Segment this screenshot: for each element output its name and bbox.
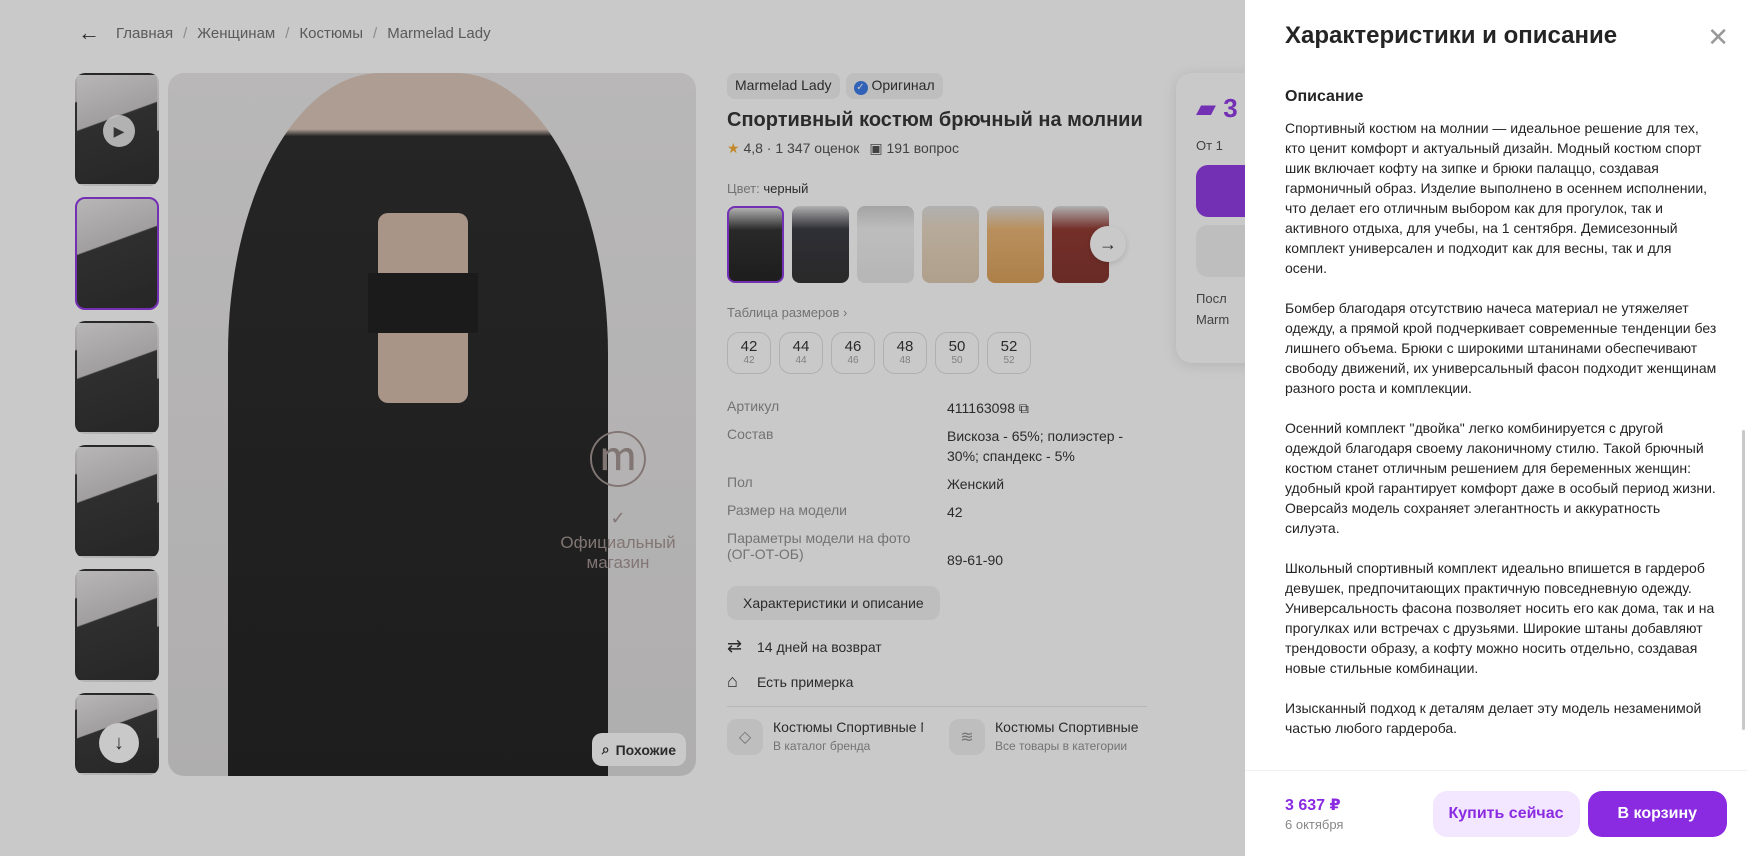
add-to-cart-button[interactable]: В корзину bbox=[1587, 790, 1727, 837]
description-paragraph: Бомбер благодаря отсутствию начеса матер… bbox=[1285, 300, 1717, 396]
drawer-footer: 3 637 ₽ 6 октября Купить сейчас В корзин… bbox=[1245, 770, 1747, 856]
description-paragraph: Спортивный костюм на молнии — идеальное … bbox=[1285, 120, 1708, 276]
description-paragraph: Изысканный подход к деталям делает эту м… bbox=[1285, 700, 1702, 736]
delivery-date: 6 октября bbox=[1285, 817, 1344, 832]
section-heading: Описание bbox=[1285, 88, 1364, 105]
modal-overlay[interactable] bbox=[0, 0, 1245, 856]
close-icon[interactable]: ✕ bbox=[1707, 22, 1729, 53]
description-drawer: Характеристики и описание ✕ Описание Спо… bbox=[1245, 0, 1747, 856]
footer-price: 3 637 ₽ bbox=[1285, 797, 1341, 814]
description-paragraph: Школьный спортивный комплект идеально вп… bbox=[1285, 560, 1715, 676]
drawer-title: Характеристики и описание bbox=[1285, 22, 1618, 49]
scrollbar[interactable] bbox=[1742, 430, 1745, 730]
description-content: Описание Спортивный костюм на молнии — и… bbox=[1285, 88, 1717, 762]
description-paragraph: Осенний комплект "двойка" легко комбинир… bbox=[1285, 420, 1716, 536]
buy-now-button[interactable]: Купить сейчас bbox=[1432, 790, 1580, 837]
